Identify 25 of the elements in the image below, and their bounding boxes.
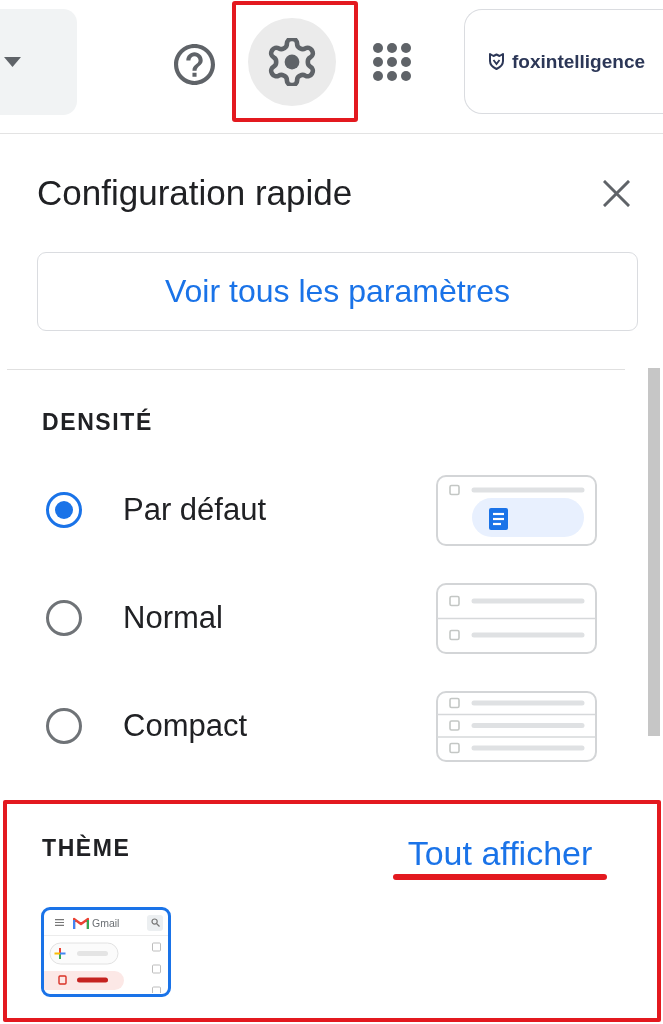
theme-thumbnail[interactable]: Gmail [41, 907, 171, 997]
show-all-link[interactable]: Tout afficher [407, 834, 593, 872]
dropdown-field[interactable] [0, 8, 77, 115]
app-name: Gmail [92, 916, 120, 929]
caret-icon [4, 56, 21, 67]
radio-button[interactable] [46, 492, 82, 528]
help-icon[interactable] [174, 44, 215, 85]
option-label: Normal [123, 600, 223, 636]
account-chip[interactable]: foxintelligence [464, 9, 663, 114]
option-label: Compact [123, 708, 248, 744]
panel-title: Configuration rapide [37, 172, 353, 214]
close-icon[interactable] [603, 179, 630, 207]
scrollbar[interactable] [648, 368, 660, 736]
logo-icon [73, 916, 89, 929]
section-heading: DENSITÉ [42, 409, 153, 435]
option-label: Par défaut [123, 492, 267, 528]
radio-button[interactable] [46, 708, 82, 744]
section-heading: THÈME [42, 835, 131, 861]
menu-icon [55, 919, 64, 926]
settings-icon [268, 37, 316, 86]
dot-grid-icon[interactable] [373, 42, 411, 81]
all-settings-button[interactable]: Voir tous les paramètres [37, 252, 638, 331]
shield-icon [489, 53, 504, 70]
radio-button[interactable] [46, 600, 82, 636]
search-icon [147, 914, 163, 931]
